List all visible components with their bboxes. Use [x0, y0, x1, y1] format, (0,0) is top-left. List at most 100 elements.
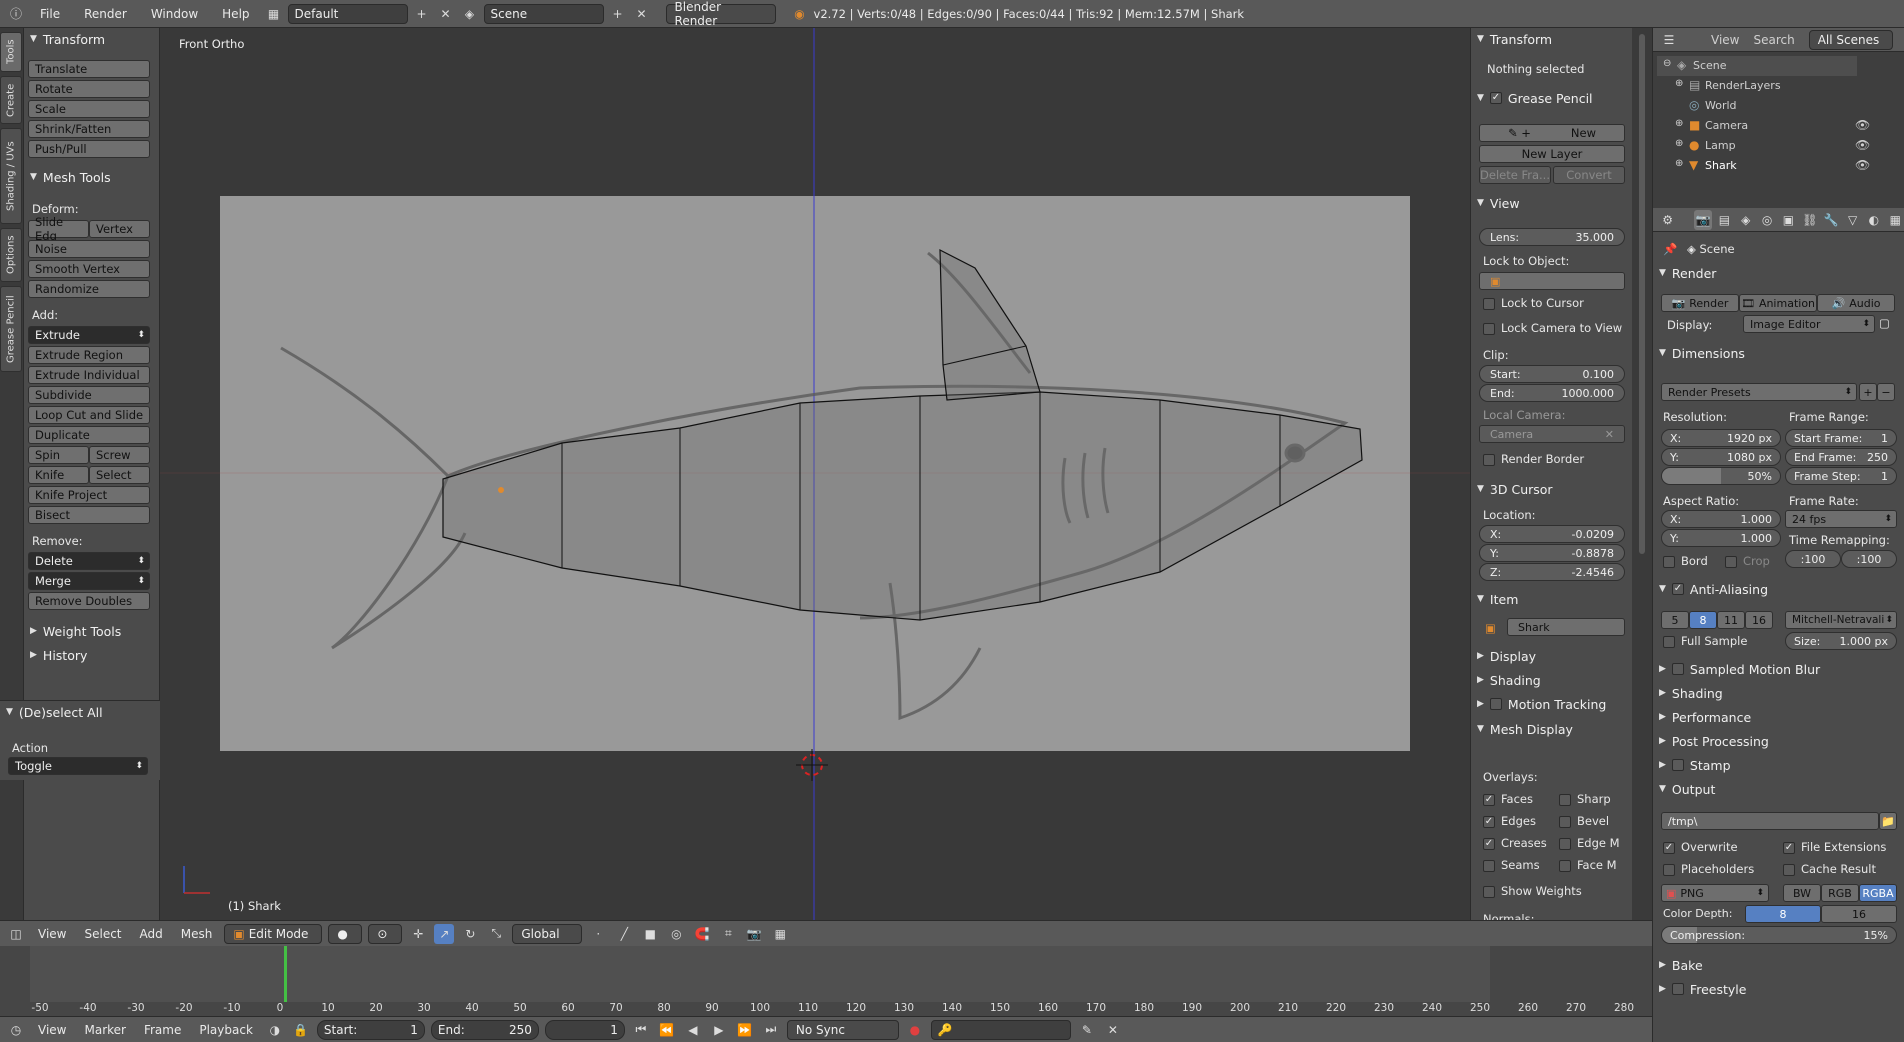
render-preview-icon[interactable]: 📷	[744, 924, 764, 944]
full-sample-checkbox[interactable]: Full Sample	[1663, 634, 1747, 648]
scene-field[interactable]: Scene	[483, 3, 604, 24]
expand-icon[interactable]: ⊕	[1675, 118, 1683, 129]
lens-field[interactable]: Lens: 35.000	[1479, 228, 1625, 246]
expand-icon[interactable]: ⊕	[1675, 78, 1683, 89]
aa-samples-11[interactable]: 11	[1717, 611, 1745, 629]
color-rgb-button[interactable]: RGB	[1821, 884, 1859, 902]
action-dropdown[interactable]: Toggle ⬍	[8, 757, 148, 775]
edges-checkbox[interactable]: ✓ Edges	[1483, 814, 1536, 828]
motion-blur-header[interactable]: ▶ Sampled Motion Blur	[1659, 658, 1899, 680]
transform-panel-header[interactable]: ▼ Transform	[24, 28, 160, 50]
merge-dropdown[interactable]: Merge ⬍	[28, 572, 150, 590]
aa-samples-8[interactable]: 8	[1689, 611, 1717, 629]
render-border-checkbox[interactable]: Render Border	[1483, 452, 1584, 466]
depth-8-button[interactable]: 8	[1745, 905, 1821, 923]
color-bw-button[interactable]: BW	[1783, 884, 1821, 902]
3d-cursor-header[interactable]: ▼ 3D Cursor	[1471, 478, 1631, 500]
gp-new-layer-button[interactable]: New Layer	[1479, 145, 1625, 163]
bevel-checkbox[interactable]: Bevel	[1559, 814, 1609, 828]
scrollbar-thumb[interactable]	[1639, 34, 1645, 554]
push-pull-button[interactable]: Push/Pull	[28, 140, 150, 158]
border-checkbox[interactable]: Bord	[1663, 554, 1708, 568]
subdivide-button[interactable]: Subdivide	[28, 386, 150, 404]
scale-button[interactable]: Scale	[28, 100, 150, 118]
scale-manipulator-icon[interactable]: ⤡	[486, 924, 506, 944]
eye-icon[interactable]: 👁	[1855, 118, 1870, 132]
animation-button[interactable]: 🎞 Animation	[1739, 294, 1817, 312]
slide-edge-button[interactable]: Slide Edg	[28, 215, 89, 243]
face-marks-checkbox[interactable]: Face M	[1559, 858, 1617, 872]
mesh-tools-panel-header[interactable]: ▼ Mesh Tools	[24, 166, 160, 188]
faces-checkbox[interactable]: ✓ Faces	[1483, 792, 1533, 806]
noise-button[interactable]: Noise	[28, 240, 150, 258]
tl-marker-menu[interactable]: Marker	[78, 1023, 131, 1037]
res-x-field[interactable]: X: 1920 px	[1661, 429, 1781, 447]
file-extensions-checkbox[interactable]: ✓ File Extensions	[1783, 840, 1886, 854]
face-select-icon[interactable]: ■	[640, 924, 660, 944]
object-tab-icon[interactable]: ▣	[1780, 210, 1797, 230]
vertex-select-icon[interactable]: ⋅	[588, 924, 608, 944]
lock-camera-checkbox[interactable]: Lock Camera to View	[1483, 321, 1622, 335]
output-path-field[interactable]: /tmp\	[1661, 812, 1879, 830]
anti-aliasing-header[interactable]: ▼ ✓ Anti-Aliasing	[1659, 578, 1899, 600]
stamp-checkbox[interactable]	[1671, 759, 1684, 771]
motion-blur-checkbox[interactable]	[1671, 663, 1684, 675]
add-scene-icon[interactable]: +	[608, 4, 628, 24]
remove-doubles-button[interactable]: Remove Doubles	[28, 592, 150, 610]
local-camera-field[interactable]: Camera ✕	[1479, 425, 1625, 443]
add-preset-icon[interactable]: +	[1859, 383, 1877, 401]
bisect-button[interactable]: Bisect	[28, 506, 150, 524]
expand-icon[interactable]: ⊕	[1675, 158, 1683, 169]
aa-samples-16[interactable]: 16	[1745, 611, 1773, 629]
operator-panel-header[interactable]: ▼ (De)select All	[0, 701, 160, 723]
modifiers-tab-icon[interactable]: 🔧	[1823, 210, 1840, 230]
start-frame-field[interactable]: Start: 1	[316, 1019, 425, 1040]
vertex-button[interactable]: Vertex	[89, 220, 150, 238]
outliner-row-world[interactable]: ◎ World	[1657, 96, 1897, 116]
weight-tools-panel-header[interactable]: ▶ Weight Tools	[24, 620, 160, 642]
view-panel-header[interactable]: ▼ View	[1471, 192, 1631, 214]
extrude-individual-button[interactable]: Extrude Individual	[28, 366, 150, 384]
collapse-icon[interactable]: ⊖	[1663, 58, 1671, 69]
opengl-render-icon[interactable]: ▦	[770, 924, 790, 944]
jump-keyframe-back-icon[interactable]: ⏪	[657, 1020, 677, 1040]
current-frame-field[interactable]: 1	[544, 1019, 625, 1040]
remap-new-field[interactable]: :100	[1841, 550, 1897, 568]
current-frame-marker[interactable]	[284, 946, 287, 1002]
expand-icon[interactable]: ⊕	[1675, 138, 1683, 149]
play-reverse-icon[interactable]: ◀	[683, 1020, 703, 1040]
tl-frame-menu[interactable]: Frame	[138, 1023, 187, 1037]
aa-samples-5[interactable]: 5	[1661, 611, 1689, 629]
gp-new-button[interactable]: ✎ + New	[1479, 124, 1625, 142]
jump-keyframe-forward-icon[interactable]: ⏩	[735, 1020, 755, 1040]
clip-end-field[interactable]: End: 1000.000	[1479, 384, 1625, 402]
texture-tab-icon[interactable]: ▦	[1887, 210, 1904, 230]
sharp-checkbox[interactable]: Sharp	[1559, 792, 1611, 806]
tl-view-menu[interactable]: View	[32, 1023, 72, 1037]
frame-step-field[interactable]: Frame Step: 1	[1785, 467, 1897, 485]
grease-pencil-header[interactable]: ▼ ✓ Grease Pencil	[1471, 87, 1631, 109]
jump-start-icon[interactable]: ⏮	[631, 1020, 651, 1040]
timeline-editor[interactable]: -50 -40 -30 -20 -10 0 10 20 30 40 50 60 70 80 90 100 110…	[0, 946, 1652, 1016]
freestyle-header[interactable]: ▶ Freestyle	[1659, 978, 1899, 1000]
mode-select[interactable]: ▣ Edit Mode	[224, 923, 323, 944]
add-layout-icon[interactable]: +	[412, 4, 432, 24]
bake-header[interactable]: ▶ Bake	[1659, 954, 1899, 976]
randomize-button[interactable]: Randomize	[28, 280, 150, 298]
menu-render[interactable]: Render	[74, 7, 137, 21]
cache-result-checkbox[interactable]: Cache Result	[1783, 862, 1876, 876]
spin-button[interactable]: Spin	[28, 446, 89, 464]
color-rgba-button[interactable]: RGBA	[1859, 884, 1897, 902]
aa-filter-select[interactable]: Mitchell-Netravali ⬍	[1785, 611, 1897, 629]
outliner-row-camera[interactable]: ⊕ ■ Camera 👁	[1657, 116, 1901, 136]
snap-element-icon[interactable]: ⌗	[718, 924, 738, 944]
history-panel-header[interactable]: ▶ History	[24, 644, 160, 666]
cursor-x-field[interactable]: X: -0.0209	[1479, 525, 1625, 543]
extrude-region-button[interactable]: Extrude Region	[28, 346, 150, 364]
orientation-select[interactable]: Global	[512, 923, 583, 944]
mesh-menu[interactable]: Mesh	[175, 927, 219, 941]
screen-layout-icon[interactable]: ▦	[264, 4, 284, 24]
world-tab-icon[interactable]: ◎	[1758, 210, 1775, 230]
remove-layout-icon[interactable]: ✕	[436, 4, 456, 24]
insert-keyframe-icon[interactable]: ✎	[1077, 1020, 1097, 1040]
